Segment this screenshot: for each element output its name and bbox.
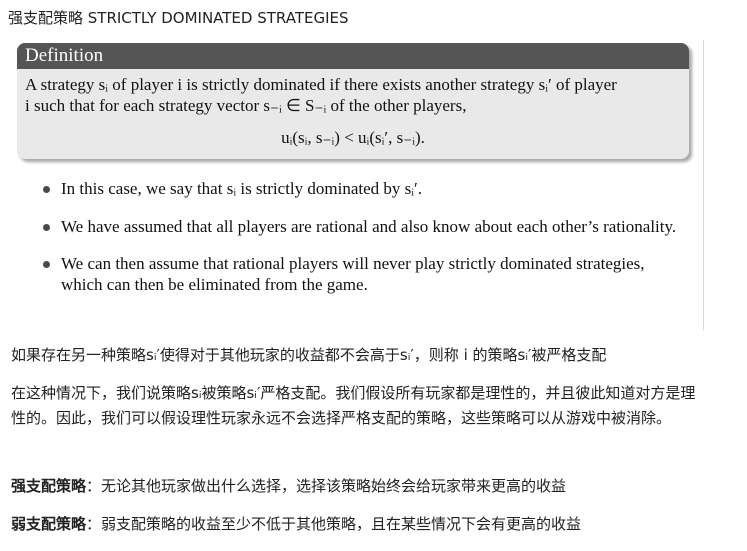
slide-image: Definition A strategy sᵢ of player i is … [17, 40, 704, 330]
note-weak-dominance: 弱支配策略：弱支配策略的收益至少不低于其他策略，且在某些情况下会有更高的收益 [11, 512, 701, 537]
list-item: We have assumed that all players are rat… [43, 216, 683, 237]
weak-dominance-label: 弱支配策略 [11, 515, 87, 533]
definition-body: A strategy sᵢ of player i is strictly do… [17, 69, 689, 148]
bullet-text: We have assumed that all players are rat… [61, 217, 677, 236]
bullet-dot-icon [43, 261, 50, 268]
bullet-dot-icon [43, 224, 50, 231]
definition-box: Definition A strategy sᵢ of player i is … [17, 43, 689, 159]
list-item: We can then assume that rational players… [43, 253, 683, 295]
definition-line-1: A strategy sᵢ of player i is strictly do… [25, 75, 617, 94]
bullet-dot-icon [43, 186, 50, 193]
weak-dominance-text: ：弱支配策略的收益至少不低于其他策略，且在某些情况下会有更高的收益 [86, 515, 582, 533]
strict-dominance-text: ：无论其他玩家做出什么选择，选择该策略始终会给玩家带来更高的收益 [86, 477, 567, 495]
note-paragraph-1: 如果存在另一种策略sᵢ′使得对于其他玩家的收益都不会高于sᵢ′，则称 i 的策略… [11, 346, 607, 364]
strict-dominance-label: 强支配策略 [11, 477, 87, 495]
definition-formula: uᵢ(sᵢ, s₋ᵢ) < uᵢ(sᵢ′, s₋ᵢ). [281, 128, 425, 147]
bullet-list: In this case, we say that sᵢ is strictly… [43, 178, 683, 313]
definition-line-2: i such that for each strategy vector s₋ᵢ… [25, 96, 467, 115]
page-title: 强支配策略 STRICTLY DOMINATED STRATEGIES [8, 9, 349, 27]
note-strict-dominance: 强支配策略：无论其他玩家做出什么选择，选择该策略始终会给玩家带来更高的收益 [11, 474, 701, 499]
definition-heading: Definition [17, 43, 689, 69]
list-item: In this case, we say that sᵢ is strictly… [43, 178, 683, 199]
bullet-text: We can then assume that rational players… [61, 254, 645, 294]
note-paragraph-2: 在这种情况下，我们说策略sᵢ被策略sᵢ′严格支配。我们假设所有玩家都是理性的，并… [11, 384, 696, 427]
bullet-text: In this case, we say that sᵢ is strictly… [61, 179, 423, 198]
